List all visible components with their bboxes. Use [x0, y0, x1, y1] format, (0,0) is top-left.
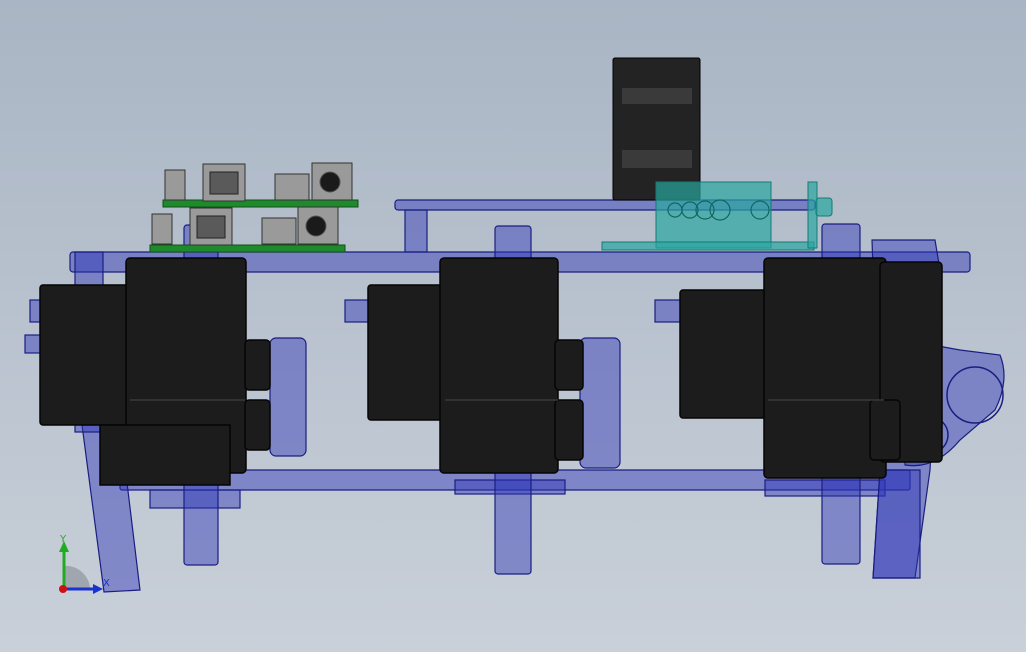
- battery-pack: [612, 57, 701, 201]
- cad-viewport[interactable]: Y X: [0, 0, 1026, 652]
- x-axis-label: X: [103, 578, 110, 589]
- hexapod-assembly-view: Y X: [0, 0, 1026, 652]
- servo-horn-left: [269, 337, 307, 457]
- triad-origin: [59, 585, 67, 593]
- y-axis-label: Y: [59, 534, 67, 545]
- servo-horn-middle: [579, 337, 621, 469]
